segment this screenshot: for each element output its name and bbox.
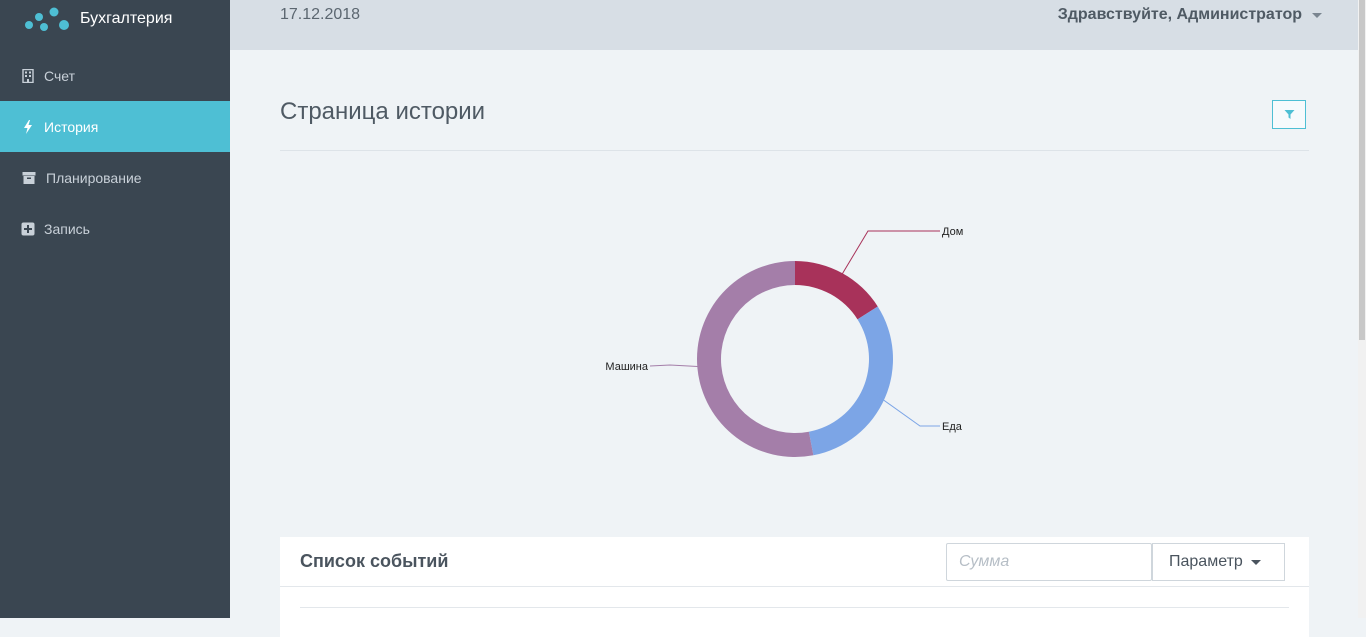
chart-slice-0[interactable] bbox=[795, 261, 878, 320]
chart-slice-2[interactable] bbox=[696, 261, 814, 457]
chart-leader-line-0 bbox=[836, 230, 940, 284]
topbar: 17.12.2018 Здравствуйте, Администратор bbox=[230, 0, 1358, 50]
sidebar-nav: Счет История Планирование Запись bbox=[0, 50, 230, 254]
panel-header-divider bbox=[280, 586, 1309, 587]
chart-label-0: Дом bbox=[942, 226, 963, 238]
archive-icon bbox=[20, 170, 37, 186]
brand[interactable]: Бухгалтерия bbox=[24, 4, 172, 34]
chart-label-1: Еда bbox=[942, 421, 963, 433]
sidebar-item-label: Счет bbox=[44, 67, 75, 84]
user-greeting: Здравствуйте, Администратор bbox=[1057, 6, 1302, 23]
sum-input[interactable] bbox=[946, 543, 1152, 581]
sidebar-item-label: Планирование bbox=[46, 169, 142, 186]
sidebar-item-planning[interactable]: Планирование bbox=[0, 152, 230, 203]
scrollbar-thumb[interactable] bbox=[1359, 0, 1365, 340]
logo-icon bbox=[25, 7, 69, 31]
chart-label-2: Машина bbox=[605, 361, 648, 373]
app-name: Бухгалтерия bbox=[80, 10, 173, 27]
plus-square-icon bbox=[20, 221, 36, 237]
sidebar-item-label: Запись bbox=[44, 220, 90, 237]
current-date: 17.12.2018 bbox=[280, 6, 361, 23]
user-menu[interactable]: Здравствуйте, Администратор bbox=[1058, 6, 1322, 24]
donut-chart: Дом Еда Машина bbox=[605, 226, 963, 457]
parameter-dropdown[interactable]: Параметр bbox=[1152, 543, 1285, 581]
sidebar-item-history[interactable]: История bbox=[0, 101, 230, 152]
sidebar-item-record[interactable]: Запись bbox=[0, 203, 230, 254]
chevron-down-icon bbox=[1312, 12, 1322, 18]
chart-slice-1[interactable] bbox=[808, 306, 893, 456]
sidebar-item-account[interactable]: Счет bbox=[0, 50, 230, 101]
events-title: Список событий bbox=[300, 551, 449, 571]
page-scrollbar[interactable] bbox=[1358, 0, 1366, 618]
parameter-label: Параметр bbox=[1169, 553, 1243, 570]
bolt-icon bbox=[20, 119, 36, 135]
events-panel: Список событий Параметр bbox=[280, 537, 1309, 637]
sidebar: Бухгалтерия Счет История Планирование За… bbox=[0, 0, 230, 618]
history-chart: Дом Еда Машина bbox=[230, 50, 1358, 530]
table-divider bbox=[300, 607, 1289, 608]
building-icon bbox=[20, 68, 36, 84]
main-content: Страница истории Дом Еда Машина Список соб… bbox=[230, 50, 1358, 637]
sidebar-item-label: История bbox=[44, 118, 99, 135]
chevron-down-icon bbox=[1250, 559, 1261, 565]
